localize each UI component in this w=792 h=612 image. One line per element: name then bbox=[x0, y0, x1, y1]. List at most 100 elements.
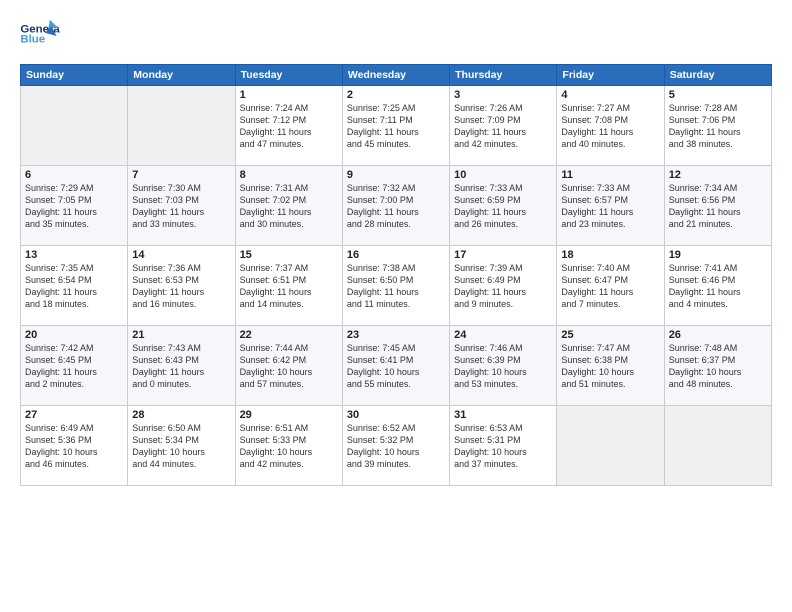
day-number: 28 bbox=[132, 409, 230, 421]
day-number: 2 bbox=[347, 89, 445, 101]
day-number: 20 bbox=[25, 329, 123, 341]
day-number: 3 bbox=[454, 89, 552, 101]
day-number: 15 bbox=[240, 249, 338, 261]
calendar-cell: 15Sunrise: 7:37 AM Sunset: 6:51 PM Dayli… bbox=[235, 246, 342, 326]
day-info: Sunrise: 7:44 AM Sunset: 6:42 PM Dayligh… bbox=[240, 342, 338, 391]
day-info: Sunrise: 6:53 AM Sunset: 5:31 PM Dayligh… bbox=[454, 422, 552, 471]
day-number: 17 bbox=[454, 249, 552, 261]
weekday-header-row: SundayMondayTuesdayWednesdayThursdayFrid… bbox=[21, 65, 772, 86]
day-number: 19 bbox=[669, 249, 767, 261]
day-info: Sunrise: 7:40 AM Sunset: 6:47 PM Dayligh… bbox=[561, 262, 659, 311]
calendar-cell: 10Sunrise: 7:33 AM Sunset: 6:59 PM Dayli… bbox=[450, 166, 557, 246]
day-number: 25 bbox=[561, 329, 659, 341]
calendar-cell: 18Sunrise: 7:40 AM Sunset: 6:47 PM Dayli… bbox=[557, 246, 664, 326]
calendar-cell: 9Sunrise: 7:32 AM Sunset: 7:00 PM Daylig… bbox=[342, 166, 449, 246]
calendar-cell: 30Sunrise: 6:52 AM Sunset: 5:32 PM Dayli… bbox=[342, 406, 449, 486]
weekday-header-sunday: Sunday bbox=[21, 65, 128, 86]
calendar-cell bbox=[128, 86, 235, 166]
calendar-cell: 20Sunrise: 7:42 AM Sunset: 6:45 PM Dayli… bbox=[21, 326, 128, 406]
day-number: 26 bbox=[669, 329, 767, 341]
day-number: 1 bbox=[240, 89, 338, 101]
calendar-cell: 6Sunrise: 7:29 AM Sunset: 7:05 PM Daylig… bbox=[21, 166, 128, 246]
header: General Blue bbox=[20, 18, 772, 54]
day-info: Sunrise: 7:33 AM Sunset: 6:57 PM Dayligh… bbox=[561, 182, 659, 231]
day-number: 14 bbox=[132, 249, 230, 261]
day-info: Sunrise: 7:43 AM Sunset: 6:43 PM Dayligh… bbox=[132, 342, 230, 391]
day-number: 8 bbox=[240, 169, 338, 181]
day-number: 11 bbox=[561, 169, 659, 181]
day-info: Sunrise: 7:27 AM Sunset: 7:08 PM Dayligh… bbox=[561, 102, 659, 151]
day-info: Sunrise: 6:51 AM Sunset: 5:33 PM Dayligh… bbox=[240, 422, 338, 471]
calendar-cell: 2Sunrise: 7:25 AM Sunset: 7:11 PM Daylig… bbox=[342, 86, 449, 166]
day-number: 24 bbox=[454, 329, 552, 341]
calendar-cell: 14Sunrise: 7:36 AM Sunset: 6:53 PM Dayli… bbox=[128, 246, 235, 326]
day-info: Sunrise: 7:31 AM Sunset: 7:02 PM Dayligh… bbox=[240, 182, 338, 231]
day-number: 12 bbox=[669, 169, 767, 181]
calendar-cell: 27Sunrise: 6:49 AM Sunset: 5:36 PM Dayli… bbox=[21, 406, 128, 486]
day-info: Sunrise: 7:28 AM Sunset: 7:06 PM Dayligh… bbox=[669, 102, 767, 151]
day-info: Sunrise: 7:29 AM Sunset: 7:05 PM Dayligh… bbox=[25, 182, 123, 231]
week-row-4: 20Sunrise: 7:42 AM Sunset: 6:45 PM Dayli… bbox=[21, 326, 772, 406]
day-info: Sunrise: 6:52 AM Sunset: 5:32 PM Dayligh… bbox=[347, 422, 445, 471]
calendar-cell: 31Sunrise: 6:53 AM Sunset: 5:31 PM Dayli… bbox=[450, 406, 557, 486]
calendar-cell: 7Sunrise: 7:30 AM Sunset: 7:03 PM Daylig… bbox=[128, 166, 235, 246]
day-number: 7 bbox=[132, 169, 230, 181]
week-row-2: 6Sunrise: 7:29 AM Sunset: 7:05 PM Daylig… bbox=[21, 166, 772, 246]
calendar-cell: 12Sunrise: 7:34 AM Sunset: 6:56 PM Dayli… bbox=[664, 166, 771, 246]
calendar-cell: 1Sunrise: 7:24 AM Sunset: 7:12 PM Daylig… bbox=[235, 86, 342, 166]
day-number: 30 bbox=[347, 409, 445, 421]
day-number: 16 bbox=[347, 249, 445, 261]
calendar-cell: 11Sunrise: 7:33 AM Sunset: 6:57 PM Dayli… bbox=[557, 166, 664, 246]
calendar-cell bbox=[664, 406, 771, 486]
logo: General Blue bbox=[20, 18, 60, 54]
weekday-header-saturday: Saturday bbox=[664, 65, 771, 86]
day-info: Sunrise: 7:35 AM Sunset: 6:54 PM Dayligh… bbox=[25, 262, 123, 311]
calendar-cell: 26Sunrise: 7:48 AM Sunset: 6:37 PM Dayli… bbox=[664, 326, 771, 406]
day-number: 27 bbox=[25, 409, 123, 421]
day-info: Sunrise: 7:41 AM Sunset: 6:46 PM Dayligh… bbox=[669, 262, 767, 311]
day-number: 5 bbox=[669, 89, 767, 101]
calendar-cell: 19Sunrise: 7:41 AM Sunset: 6:46 PM Dayli… bbox=[664, 246, 771, 326]
calendar-cell: 28Sunrise: 6:50 AM Sunset: 5:34 PM Dayli… bbox=[128, 406, 235, 486]
day-number: 22 bbox=[240, 329, 338, 341]
day-number: 9 bbox=[347, 169, 445, 181]
day-info: Sunrise: 7:37 AM Sunset: 6:51 PM Dayligh… bbox=[240, 262, 338, 311]
svg-text:Blue: Blue bbox=[20, 34, 45, 46]
day-info: Sunrise: 7:45 AM Sunset: 6:41 PM Dayligh… bbox=[347, 342, 445, 391]
day-number: 18 bbox=[561, 249, 659, 261]
week-row-1: 1Sunrise: 7:24 AM Sunset: 7:12 PM Daylig… bbox=[21, 86, 772, 166]
calendar-cell: 21Sunrise: 7:43 AM Sunset: 6:43 PM Dayli… bbox=[128, 326, 235, 406]
calendar-cell bbox=[21, 86, 128, 166]
day-number: 10 bbox=[454, 169, 552, 181]
day-info: Sunrise: 7:42 AM Sunset: 6:45 PM Dayligh… bbox=[25, 342, 123, 391]
calendar-table: SundayMondayTuesdayWednesdayThursdayFrid… bbox=[20, 64, 772, 486]
weekday-header-wednesday: Wednesday bbox=[342, 65, 449, 86]
day-info: Sunrise: 7:30 AM Sunset: 7:03 PM Dayligh… bbox=[132, 182, 230, 231]
page: General Blue SundayMondayTuesdayWednesda… bbox=[0, 0, 792, 612]
calendar-cell: 17Sunrise: 7:39 AM Sunset: 6:49 PM Dayli… bbox=[450, 246, 557, 326]
logo-icon: General Blue bbox=[20, 18, 60, 54]
day-number: 31 bbox=[454, 409, 552, 421]
day-info: Sunrise: 7:38 AM Sunset: 6:50 PM Dayligh… bbox=[347, 262, 445, 311]
calendar-cell: 24Sunrise: 7:46 AM Sunset: 6:39 PM Dayli… bbox=[450, 326, 557, 406]
calendar-cell: 8Sunrise: 7:31 AM Sunset: 7:02 PM Daylig… bbox=[235, 166, 342, 246]
calendar-cell: 13Sunrise: 7:35 AM Sunset: 6:54 PM Dayli… bbox=[21, 246, 128, 326]
day-info: Sunrise: 7:36 AM Sunset: 6:53 PM Dayligh… bbox=[132, 262, 230, 311]
calendar-cell: 5Sunrise: 7:28 AM Sunset: 7:06 PM Daylig… bbox=[664, 86, 771, 166]
day-info: Sunrise: 7:34 AM Sunset: 6:56 PM Dayligh… bbox=[669, 182, 767, 231]
calendar-cell: 25Sunrise: 7:47 AM Sunset: 6:38 PM Dayli… bbox=[557, 326, 664, 406]
day-number: 4 bbox=[561, 89, 659, 101]
day-info: Sunrise: 7:47 AM Sunset: 6:38 PM Dayligh… bbox=[561, 342, 659, 391]
day-number: 6 bbox=[25, 169, 123, 181]
weekday-header-thursday: Thursday bbox=[450, 65, 557, 86]
calendar-cell bbox=[557, 406, 664, 486]
day-info: Sunrise: 7:48 AM Sunset: 6:37 PM Dayligh… bbox=[669, 342, 767, 391]
day-info: Sunrise: 6:50 AM Sunset: 5:34 PM Dayligh… bbox=[132, 422, 230, 471]
day-number: 13 bbox=[25, 249, 123, 261]
weekday-header-tuesday: Tuesday bbox=[235, 65, 342, 86]
calendar-cell: 29Sunrise: 6:51 AM Sunset: 5:33 PM Dayli… bbox=[235, 406, 342, 486]
day-number: 21 bbox=[132, 329, 230, 341]
calendar-cell: 23Sunrise: 7:45 AM Sunset: 6:41 PM Dayli… bbox=[342, 326, 449, 406]
week-row-5: 27Sunrise: 6:49 AM Sunset: 5:36 PM Dayli… bbox=[21, 406, 772, 486]
calendar-cell: 4Sunrise: 7:27 AM Sunset: 7:08 PM Daylig… bbox=[557, 86, 664, 166]
